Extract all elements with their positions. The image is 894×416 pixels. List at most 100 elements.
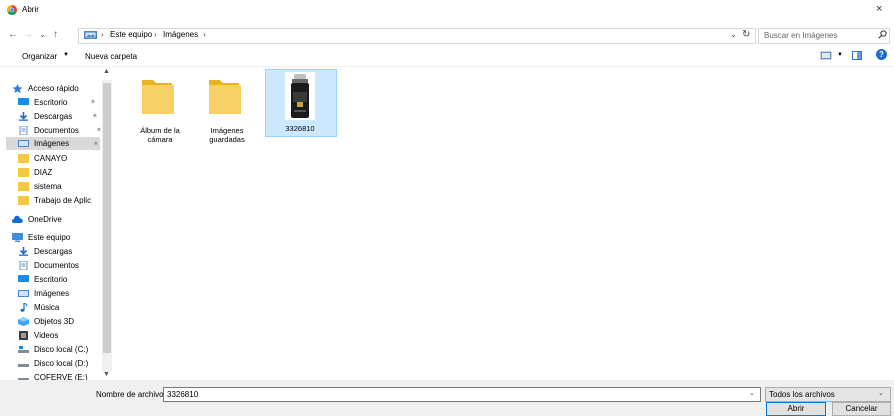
pin-icon: ✶ bbox=[96, 127, 102, 134]
objects3d-icon bbox=[18, 316, 29, 326]
folder-icon bbox=[18, 181, 29, 191]
star-icon bbox=[12, 83, 23, 93]
sidebar-item-diaz[interactable]: DIAZ bbox=[18, 166, 52, 178]
forward-arrow-icon[interactable]: → bbox=[23, 28, 33, 42]
sidebar-item-label: DIAZ bbox=[34, 167, 53, 177]
window-title: Abrir bbox=[22, 5, 39, 14]
sidebar-item-label: Música bbox=[34, 302, 60, 312]
chevron-down-icon[interactable]: ▼ bbox=[63, 52, 69, 58]
address-dropdown-icon[interactable]: ⌄ bbox=[730, 30, 737, 39]
sidebar-item-videos[interactable]: Videos bbox=[18, 329, 58, 341]
sidebar-item-sistema[interactable]: sistema bbox=[18, 180, 62, 192]
new-folder-button[interactable]: Nueva carpeta bbox=[85, 52, 137, 61]
sidebar-item-documents[interactable]: Documentos bbox=[18, 259, 79, 271]
file-label-saved-pictures[interactable]: Imágenes guardadas bbox=[194, 126, 260, 144]
chevron-down-icon[interactable]: ⌄ bbox=[878, 389, 884, 397]
file-label-album[interactable]: Álbum de la cámara bbox=[127, 126, 193, 144]
sidebar-item-label: Objetos 3D bbox=[34, 316, 75, 326]
help-icon[interactable]: ? bbox=[876, 49, 887, 60]
breadcrumb-separator[interactable]: › bbox=[154, 30, 157, 39]
folder-icon bbox=[18, 153, 29, 163]
sidebar-item-desktop-pinned[interactable]: Escritorio ✶ bbox=[18, 96, 96, 108]
sidebar-item-this-pc[interactable]: Este equipo bbox=[12, 231, 70, 243]
chevron-down-icon[interactable]: ⌄ bbox=[749, 389, 755, 397]
documents-icon bbox=[18, 260, 29, 270]
pictures-icon bbox=[18, 289, 29, 298]
scrollbar-thumb[interactable] bbox=[103, 83, 111, 353]
close-button[interactable]: × bbox=[876, 3, 882, 15]
filename-label: Nombre de archivo: bbox=[96, 390, 166, 399]
sidebar-item-label: Documentos bbox=[34, 125, 79, 135]
image-thumbnail-bottle[interactable] bbox=[285, 72, 315, 120]
sidebar-item-label: OneDrive bbox=[28, 214, 62, 224]
file-label-image[interactable]: 3326810 bbox=[267, 124, 333, 133]
sidebar-item-label: Disco local (D:) bbox=[34, 358, 89, 368]
cancel-button[interactable]: Cancelar bbox=[832, 402, 891, 416]
search-icon bbox=[878, 30, 887, 41]
sidebar-item-drive-c[interactable]: Disco local (C:) bbox=[18, 343, 88, 355]
sidebar-item-label: Disco local (C:) bbox=[34, 344, 89, 354]
sidebar-item-label: Escritorio bbox=[34, 97, 68, 107]
scroll-down-icon[interactable]: ▼ bbox=[103, 371, 110, 378]
sidebar-item-documents-pinned[interactable]: Documentos ✶ bbox=[18, 124, 102, 136]
sidebar-item-downloads-pinned[interactable]: Descargas ✶ bbox=[18, 110, 98, 122]
folder-icon[interactable] bbox=[142, 76, 174, 114]
filename-input[interactable] bbox=[163, 387, 761, 402]
desktop-icon bbox=[18, 274, 29, 284]
sidebar-item-quick-access[interactable]: Acceso rápido bbox=[12, 82, 79, 94]
chrome-icon bbox=[7, 5, 17, 15]
scroll-up-icon[interactable]: ▲ bbox=[103, 68, 110, 75]
folder-icon[interactable] bbox=[209, 76, 241, 114]
folder-icon bbox=[18, 167, 29, 177]
computer-icon bbox=[12, 232, 23, 242]
download-icon bbox=[18, 246, 29, 256]
pin-icon: ✶ bbox=[90, 99, 96, 106]
music-icon bbox=[18, 302, 29, 312]
sidebar-item-label: Documentos bbox=[34, 260, 79, 270]
sidebar-item-trabajo[interactable]: Trabajo de Aplic bbox=[18, 194, 102, 206]
sidebar-item-label: Descargas bbox=[34, 246, 73, 256]
preview-pane-icon[interactable] bbox=[852, 51, 862, 60]
sidebar-item-label: sistema bbox=[34, 181, 62, 191]
open-button[interactable]: Abrir bbox=[766, 402, 826, 416]
desktop-icon bbox=[18, 97, 29, 107]
pin-icon: ✶ bbox=[92, 113, 98, 120]
file-type-value[interactable]: Todos los archivos bbox=[769, 390, 835, 399]
sidebar-item-3d-objects[interactable]: Objetos 3D bbox=[18, 315, 74, 327]
filename-value[interactable]: 3326810 bbox=[167, 390, 198, 399]
pictures-icon bbox=[18, 139, 29, 148]
sidebar-item-label: Descargas bbox=[34, 111, 73, 121]
sidebar-item-onedrive[interactable]: OneDrive bbox=[12, 213, 62, 225]
sidebar-item-label: Este equipo bbox=[28, 232, 71, 242]
chevron-down-icon[interactable]: ▼ bbox=[837, 52, 843, 58]
sidebar-item-label: Escritorio bbox=[34, 274, 68, 284]
breadcrumb-separator[interactable]: › bbox=[203, 30, 206, 39]
up-arrow-icon[interactable]: ↑ bbox=[53, 28, 58, 42]
video-icon bbox=[18, 330, 29, 340]
folder-icon bbox=[18, 195, 29, 205]
sidebar-item-pictures[interactable]: Imágenes bbox=[18, 287, 69, 299]
documents-icon bbox=[18, 125, 29, 135]
breadcrumb-this-pc[interactable]: Este equipo bbox=[110, 30, 152, 39]
drive-c-icon bbox=[18, 345, 29, 354]
view-options-icon[interactable] bbox=[820, 51, 832, 60]
refresh-icon[interactable]: ↻ bbox=[742, 29, 750, 40]
sidebar-item-label: Trabajo de Aplic bbox=[34, 195, 92, 205]
navigation-pane: Acceso rápido Escritorio ✶ Descargas ✶ D… bbox=[0, 67, 115, 382]
sidebar-item-label: Acceso rápido bbox=[28, 83, 79, 93]
sidebar-item-canayo[interactable]: CANAYO bbox=[18, 152, 67, 164]
back-arrow-icon[interactable]: ← bbox=[8, 28, 18, 42]
sidebar-item-desktop[interactable]: Escritorio bbox=[18, 273, 67, 285]
pictures-icon bbox=[84, 31, 97, 39]
sidebar-item-pictures-pinned[interactable]: Imágenes ✶ bbox=[6, 137, 100, 150]
recent-locations-icon[interactable]: ⌄ bbox=[39, 28, 46, 42]
sidebar-item-drive-d[interactable]: Disco local (D:) bbox=[18, 357, 88, 369]
breadcrumb-separator: › bbox=[101, 30, 104, 39]
sidebar-item-downloads[interactable]: Descargas bbox=[18, 245, 72, 257]
divider bbox=[0, 66, 894, 67]
download-icon bbox=[18, 111, 29, 121]
breadcrumb-pictures[interactable]: Imágenes bbox=[163, 30, 198, 39]
sidebar-item-music[interactable]: Música bbox=[18, 301, 59, 313]
organize-button[interactable]: Organizar bbox=[22, 52, 57, 61]
cloud-icon bbox=[12, 215, 23, 224]
